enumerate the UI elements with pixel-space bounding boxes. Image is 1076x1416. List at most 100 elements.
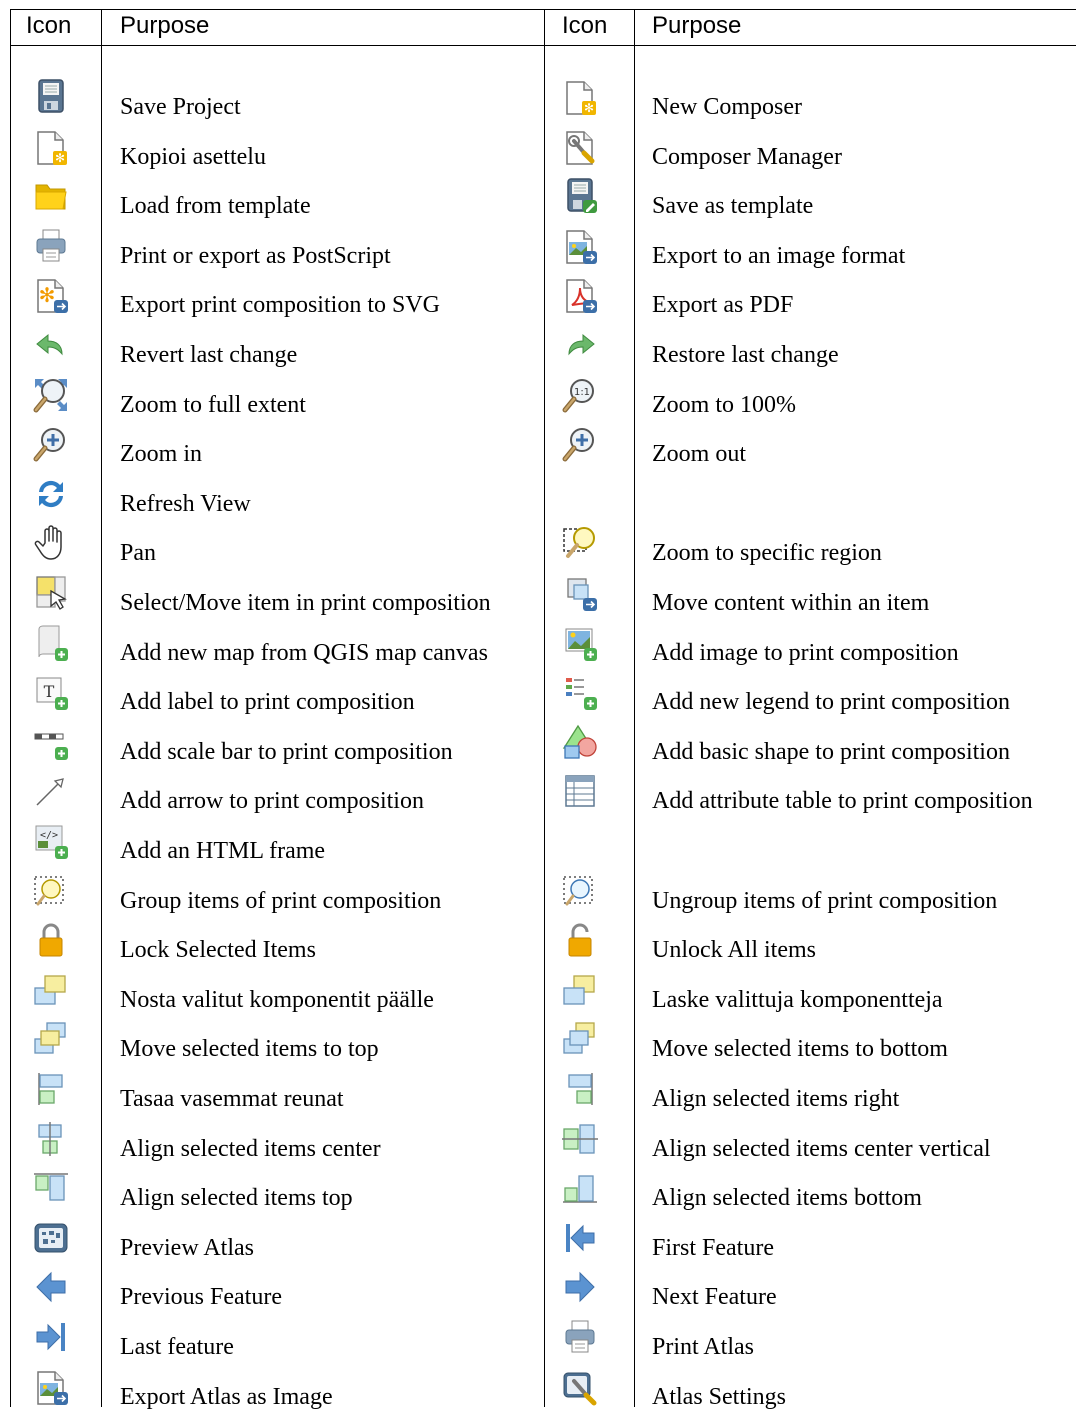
purpose-text: Next Feature xyxy=(652,1284,777,1311)
icon-table: Icon Purpose Icon Purpose Save Project ✻ N… xyxy=(0,0,1076,1410)
table-row: ✻ Kopioi asettelu Composer Manager xyxy=(0,127,1076,176)
zoom-full-icon xyxy=(31,375,71,415)
table-row: Add scale bar to print composition Add ba… xyxy=(0,722,1076,771)
lower-items-icon xyxy=(560,970,600,1010)
new-composer-icon: ✻ xyxy=(560,77,600,117)
purpose-text: Load from template xyxy=(120,193,311,220)
purpose-text: Preview Atlas xyxy=(120,1234,254,1261)
table-row: Refresh View xyxy=(0,474,1076,523)
zoom-actual-icon: 1:1 xyxy=(560,375,600,415)
table-header-rule xyxy=(10,45,1076,46)
purpose-text: Nosta valitut komponentit päälle xyxy=(120,986,434,1013)
save-as-template-icon xyxy=(560,176,600,216)
table-row: Tasaa vasemmat reunat Align selected item… xyxy=(0,1069,1076,1118)
save-project-icon xyxy=(31,77,71,117)
purpose-text: Add arrow to print composition xyxy=(120,788,424,815)
purpose-text: Unlock All items xyxy=(652,937,816,964)
purpose-text: Add label to print composition xyxy=(120,689,415,716)
raise-items-icon xyxy=(31,970,71,1010)
next-feature-icon xyxy=(560,1267,600,1307)
purpose-text: Group items of print composition xyxy=(120,887,442,914)
header-icon-right: Icon xyxy=(562,12,608,39)
ungroup-items-icon xyxy=(560,871,600,911)
purpose-text: Zoom to specific region xyxy=(652,540,882,567)
purpose-text: Restore last change xyxy=(652,342,839,368)
svg-text:</>: </> xyxy=(40,830,58,841)
table-row: T Add label to print composition Add new l… xyxy=(0,672,1076,721)
purpose-text: Save as template xyxy=(652,193,814,220)
add-html-icon: </> xyxy=(31,821,71,861)
purpose-text: Add new legend to print composition xyxy=(652,689,1010,716)
purpose-text: Atlas Settings xyxy=(652,1383,787,1410)
add-image-icon xyxy=(560,623,600,663)
purpose-text: Last feature xyxy=(120,1334,234,1360)
purpose-text: Previous Feature xyxy=(120,1284,282,1311)
duplicate-composer-icon: ✻ xyxy=(31,127,71,167)
table-row: Add new map from QGIS map canvas Add imag… xyxy=(0,623,1076,672)
first-feature-icon xyxy=(560,1218,600,1258)
purpose-text: Align selected items center vertical xyxy=(652,1135,991,1162)
purpose-text: Add image to print composition xyxy=(652,639,959,666)
export-svg-icon: ✻ xyxy=(31,275,71,315)
table-row: Move selected items to top Move selected … xyxy=(0,1019,1076,1068)
add-scalebar-icon xyxy=(31,722,71,762)
table-row: Zoom in Zoom out xyxy=(0,424,1076,473)
table-row: Select/Move item in print composition Mov… xyxy=(0,573,1076,622)
purpose-text: Print Atlas xyxy=(652,1334,755,1360)
purpose-text: Export to an image format xyxy=(652,242,906,269)
previous-feature-icon xyxy=(31,1267,71,1307)
purpose-text: Add scale bar to print composition xyxy=(120,738,453,765)
purpose-text: Add basic shape to print composition xyxy=(652,738,1010,765)
preview-atlas-icon xyxy=(31,1218,71,1258)
group-items-icon xyxy=(31,871,71,911)
purpose-text: Move selected items to top xyxy=(120,1036,379,1063)
header-purpose-left: Purpose xyxy=(120,12,210,39)
align-top-icon xyxy=(31,1168,71,1208)
last-feature-icon xyxy=(31,1317,71,1357)
svg-text:✻: ✻ xyxy=(584,101,594,115)
table-row: Lock Selected Items Unlock All items xyxy=(0,920,1076,969)
purpose-text: Move content within an item xyxy=(652,590,930,616)
export-atlas-image-icon xyxy=(31,1367,71,1407)
pan-hand-icon xyxy=(31,523,71,563)
add-shape-icon xyxy=(560,722,600,762)
add-map-icon xyxy=(31,623,71,663)
svg-text:T: T xyxy=(44,682,55,701)
undo-icon xyxy=(31,325,71,365)
align-hcenter-icon xyxy=(31,1119,71,1159)
add-label-icon: T xyxy=(31,672,71,712)
purpose-text: Tasaa vasemmat reunat xyxy=(120,1086,344,1112)
table-row: Nosta valitut komponentit päälle Laske va… xyxy=(0,970,1076,1019)
purpose-text: Laske valittuja komponentteja xyxy=(652,986,943,1013)
purpose-text: Export as PDF xyxy=(652,292,794,319)
move-to-bottom-icon xyxy=(560,1019,600,1059)
table-row: Align selected items center Align selecte… xyxy=(0,1119,1076,1168)
table-row: Load from template Save as template xyxy=(0,176,1076,225)
lock-icon xyxy=(31,920,71,960)
move-to-top-icon xyxy=(31,1019,71,1059)
purpose-text: Export print composition to SVG xyxy=(120,292,440,319)
zoom-region-icon xyxy=(560,523,600,563)
atlas-settings-icon xyxy=(560,1367,600,1407)
add-legend-icon xyxy=(560,672,600,712)
print-atlas-icon xyxy=(560,1317,600,1357)
align-left-icon xyxy=(31,1069,71,1109)
zoom-in-icon xyxy=(31,424,71,464)
purpose-text: Save Project xyxy=(120,94,241,120)
purpose-text: Add new map from QGIS map canvas xyxy=(120,639,488,666)
purpose-text: Print or export as PostScript xyxy=(120,242,391,269)
table-row: Zoom to full extent 1:1 Zoom to 100% xyxy=(0,375,1076,424)
purpose-text: Align selected items top xyxy=(120,1185,353,1212)
purpose-text: Align selected items right xyxy=(652,1086,900,1112)
composer-manager-icon xyxy=(560,127,600,167)
purpose-text: New Composer xyxy=(652,94,802,120)
add-table-icon xyxy=(560,771,600,811)
purpose-text: Pan xyxy=(120,540,156,567)
select-move-icon xyxy=(31,573,71,613)
table-row: Save Project ✻ New Composer xyxy=(0,77,1076,126)
export-image-icon xyxy=(560,226,600,266)
table-row: ✻ Export print composition to SVG Export a… xyxy=(0,275,1076,324)
table-row: </> Add an HTML frame xyxy=(0,821,1076,870)
svg-text:1:1: 1:1 xyxy=(574,387,590,398)
purpose-text: Add an HTML frame xyxy=(120,838,326,864)
